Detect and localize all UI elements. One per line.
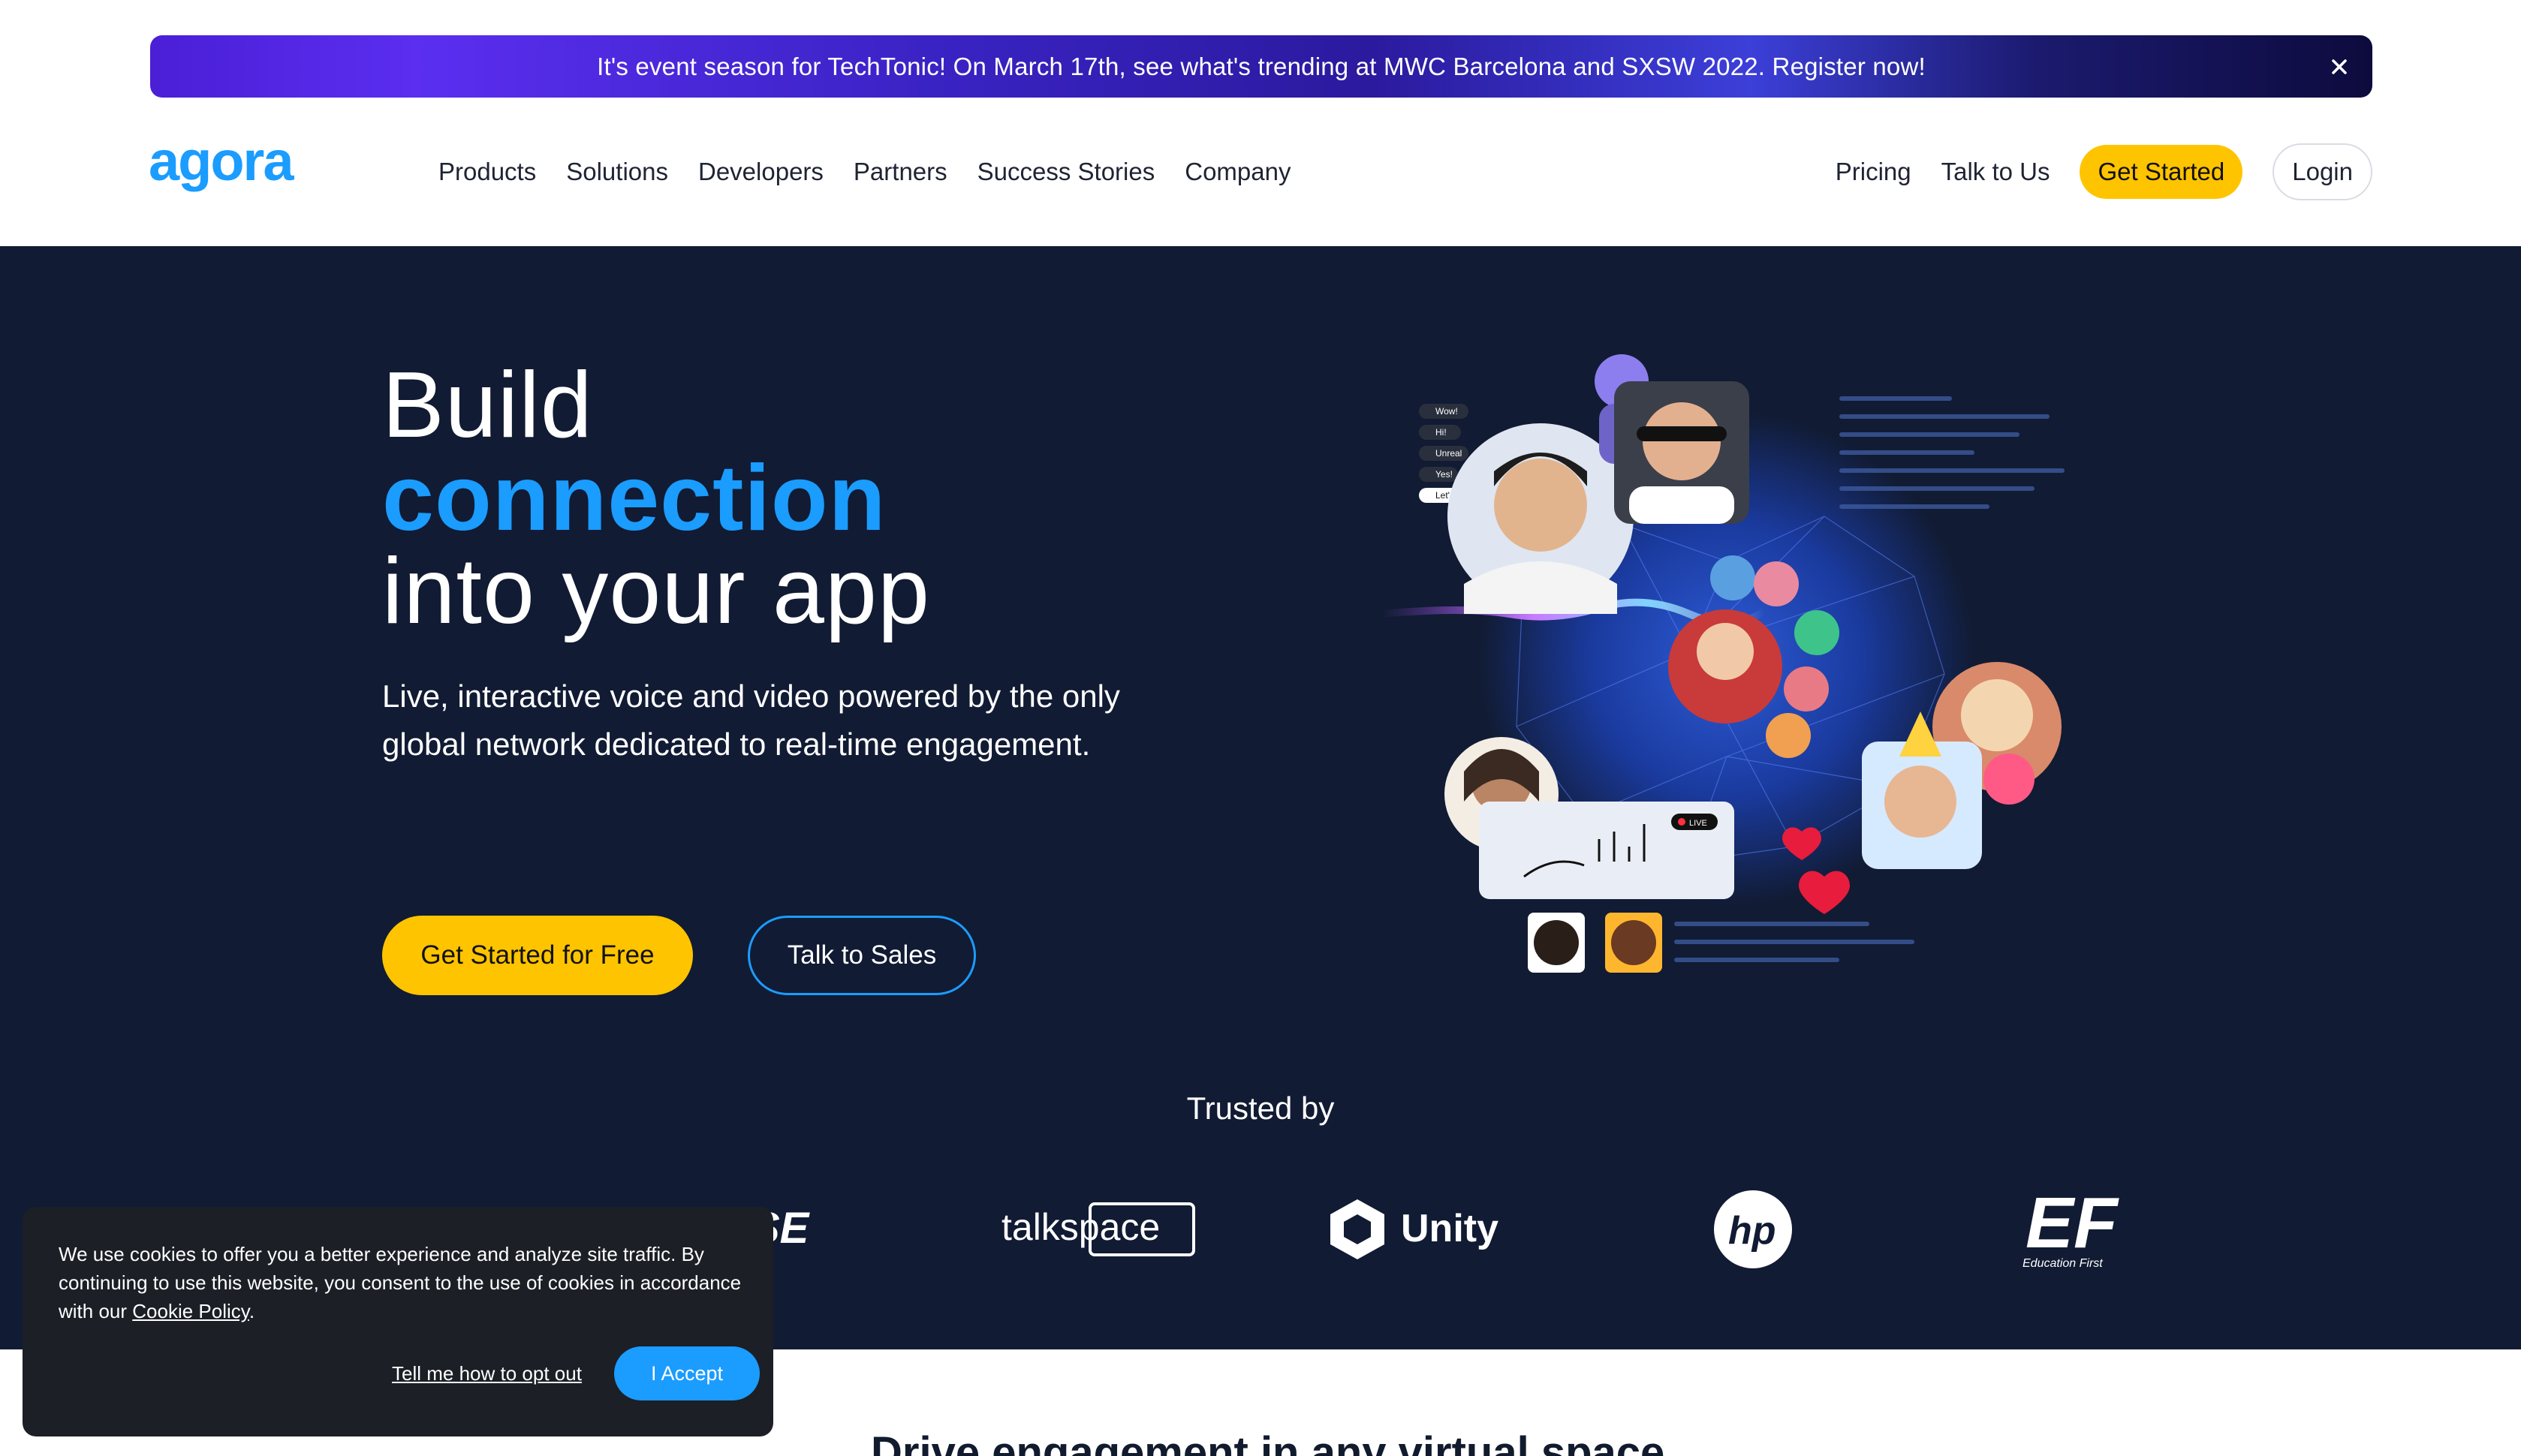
page: It's event season for TechTonic! On Marc… xyxy=(0,0,2521,1456)
top-nav: agora Products Solutions Developers Part… xyxy=(0,98,2521,246)
nav-developers[interactable]: Developers xyxy=(698,158,824,186)
hero-section: Build connection into your app Live, int… xyxy=(0,246,2521,1349)
section-heading: Drive engagement in any virtual space xyxy=(871,1428,1665,1456)
hero-illustration: Wow! Hi! Unreal Yes! Let's go! xyxy=(1378,354,2065,973)
login-button[interactable]: Login xyxy=(2273,143,2372,200)
nav-products[interactable]: Products xyxy=(438,158,536,186)
nav-solutions[interactable]: Solutions xyxy=(566,158,668,186)
get-started-button[interactable]: Get Started xyxy=(2080,145,2243,199)
live-badge: LIVE xyxy=(1689,819,1707,828)
logo-ef-caption: Education First xyxy=(2023,1257,2103,1270)
nav-company[interactable]: Company xyxy=(1185,158,1291,186)
cookie-banner: We use cookies to offer you a better exp… xyxy=(23,1207,773,1436)
nav-partners[interactable]: Partners xyxy=(854,158,947,186)
svg-text:EF: EF xyxy=(2026,1184,2119,1263)
agora-logo[interactable]: agora xyxy=(149,134,335,209)
announcement-banner[interactable]: It's event season for TechTonic! On Marc… xyxy=(150,35,2372,98)
chat-tag-2: Hi! xyxy=(1435,427,1447,438)
hero-title-accent: connection xyxy=(382,447,887,550)
cookie-text-end: . xyxy=(248,1300,255,1322)
avatar-small-2 xyxy=(1754,561,1799,606)
hero-title-line-1: Build xyxy=(382,353,593,457)
cookie-policy-link[interactable]: Cookie Policy xyxy=(132,1300,249,1322)
avatar-small-5 xyxy=(1766,713,1811,758)
close-icon[interactable] xyxy=(2327,55,2351,79)
svg-text:agora: agora xyxy=(149,134,294,192)
get-started-free-button[interactable]: Get Started for Free xyxy=(382,916,693,995)
logo-hp: hp xyxy=(1712,1177,1794,1282)
nav-success-stories[interactable]: Success Stories xyxy=(977,158,1155,186)
logo-talkspace-text: talkspace xyxy=(1001,1206,1160,1248)
nav-talk-to-us[interactable]: Talk to Us xyxy=(1941,158,2050,186)
trusted-by-title: Trusted by xyxy=(1186,1090,1335,1126)
opt-out-link[interactable]: Tell me how to opt out xyxy=(392,1362,582,1385)
logo-ef: EF Education First xyxy=(2020,1177,2147,1282)
logo-talkspace: talkspace xyxy=(1001,1177,1197,1282)
logo-unity-text: Unity xyxy=(1401,1207,1498,1250)
avatar-small-3 xyxy=(1794,610,1839,655)
hero-subtitle: Live, interactive voice and video powere… xyxy=(382,678,1120,762)
hero-title-line-3: into your app xyxy=(382,540,930,643)
chat-tag-4: Yes! xyxy=(1435,469,1453,480)
banner-text[interactable]: It's event season for TechTonic! On Marc… xyxy=(597,53,1926,81)
accept-cookies-button[interactable]: I Accept xyxy=(614,1346,760,1400)
main-menu: Products Solutions Developers Partners S… xyxy=(438,98,1291,246)
nav-pricing[interactable]: Pricing xyxy=(1836,158,1911,186)
talk-to-sales-button[interactable]: Talk to Sales xyxy=(748,916,976,995)
cookie-text: We use cookies to offer you a better exp… xyxy=(59,1240,749,1325)
chat-tag-1: Wow! xyxy=(1435,406,1458,417)
avatar-small-1 xyxy=(1710,555,1755,600)
hero-title: Build connection into your app xyxy=(382,359,1208,638)
heart-icon xyxy=(1799,871,1850,914)
logo-hp-text: hp xyxy=(1728,1209,1776,1253)
nav-actions: Pricing Talk to Us Get Started Login xyxy=(1836,98,2372,246)
avatar-small-4 xyxy=(1784,666,1829,711)
chat-tag-3: Unreal xyxy=(1435,448,1462,459)
logo-unity: Unity xyxy=(1329,1177,1524,1282)
